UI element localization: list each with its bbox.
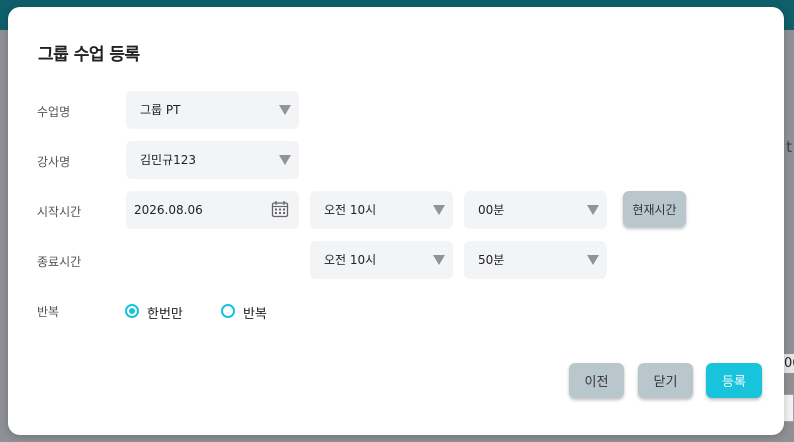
chevron-down-icon xyxy=(279,105,291,115)
start-time-label: 시작시간 xyxy=(37,205,82,219)
end-time-label: 종료시간 xyxy=(37,255,82,269)
dialog-title: 그룹 수업 등록 xyxy=(38,45,140,65)
end-hour-select[interactable]: 오전 10시 xyxy=(310,241,453,279)
background-text: t xyxy=(786,138,792,156)
start-hour-value: 오전 10시 xyxy=(324,203,377,217)
repeat-once-label[interactable]: 한번만 xyxy=(147,303,183,322)
prev-button[interactable]: 이전 xyxy=(569,363,624,398)
chevron-down-icon xyxy=(587,255,599,265)
calendar-icon[interactable] xyxy=(271,200,289,218)
repeat-radio[interactable] xyxy=(221,304,235,318)
class-name-value: 그룹 PT xyxy=(140,103,181,117)
repeat-option-label[interactable]: 반복 xyxy=(243,303,267,322)
instructor-label: 강사명 xyxy=(37,155,71,169)
start-hour-select[interactable]: 오전 10시 xyxy=(310,191,453,229)
chevron-down-icon xyxy=(433,255,445,265)
start-minute-select[interactable]: 00분 xyxy=(464,191,607,229)
repeat-label: 반복 xyxy=(37,305,60,319)
close-button[interactable]: 닫기 xyxy=(638,363,693,398)
end-minute-value: 50분 xyxy=(478,253,505,267)
chevron-down-icon xyxy=(433,205,445,215)
instructor-select[interactable]: 김민규123 xyxy=(126,141,299,179)
start-date-value: 2026.08.06 xyxy=(134,203,203,217)
chevron-down-icon xyxy=(279,155,291,165)
chevron-down-icon xyxy=(587,205,599,215)
end-hour-value: 오전 10시 xyxy=(324,253,377,267)
current-time-button[interactable]: 현재시간 xyxy=(623,191,686,227)
start-minute-value: 00분 xyxy=(478,203,505,217)
class-name-label: 수업명 xyxy=(37,105,71,119)
submit-button[interactable]: 등록 xyxy=(706,363,762,398)
repeat-once-radio[interactable] xyxy=(125,304,139,318)
start-date-input[interactable]: 2026.08.06 xyxy=(126,191,299,229)
instructor-value: 김민규123 xyxy=(140,153,197,167)
group-class-registration-dialog: 그룹 수업 등록 수업명 그룹 PT 강사명 김민규123 시작시간 2026.… xyxy=(8,7,784,435)
end-minute-select[interactable]: 50분 xyxy=(464,241,607,279)
class-name-select[interactable]: 그룹 PT xyxy=(126,91,299,129)
